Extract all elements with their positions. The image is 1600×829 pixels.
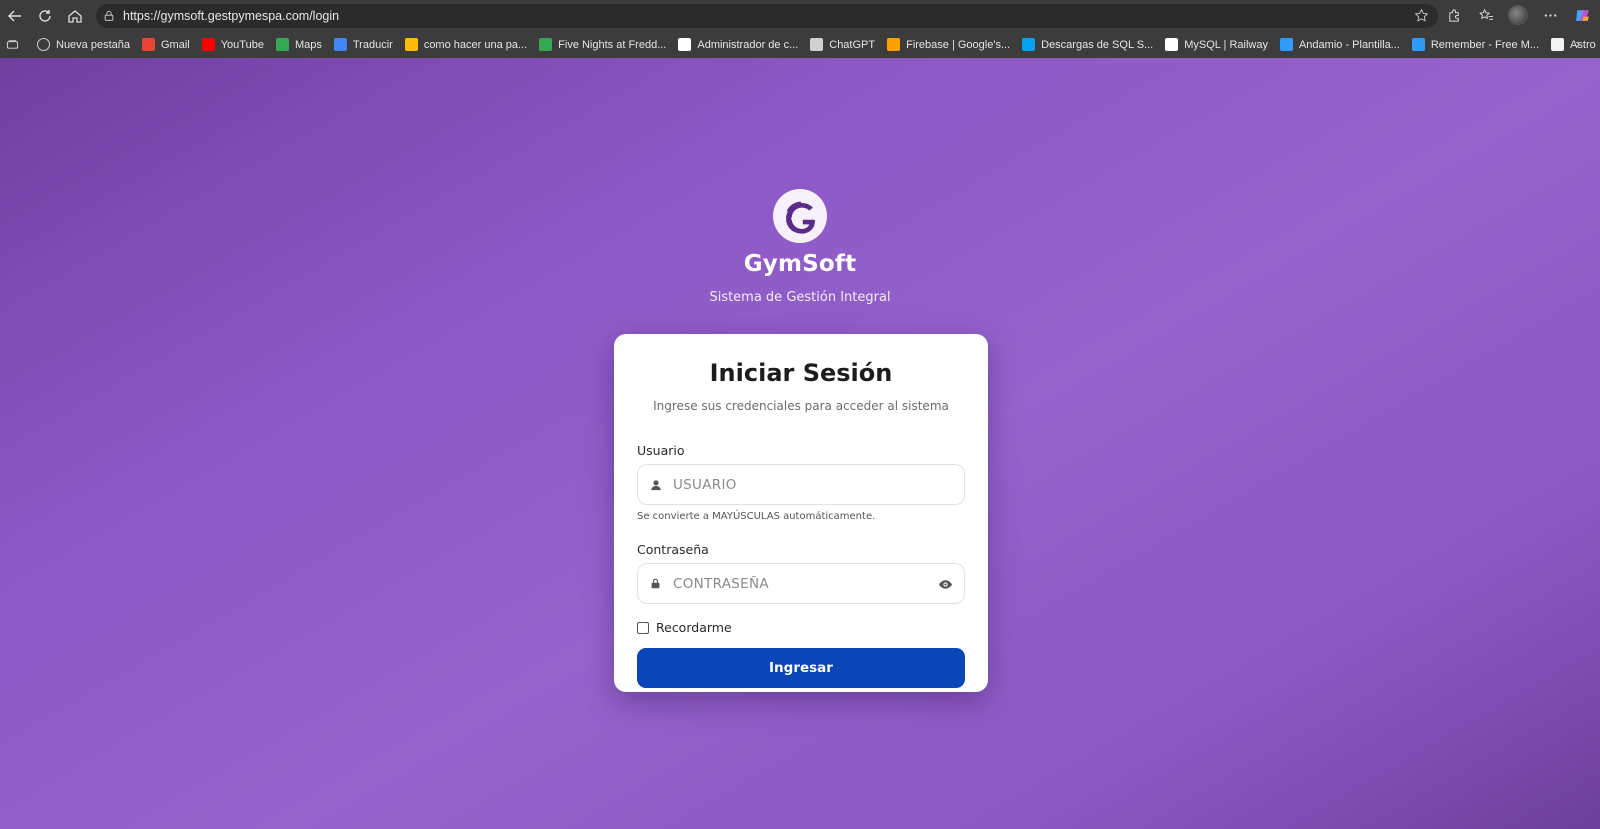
bookmark-item[interactable]: Maps xyxy=(272,34,330,56)
remember-checkbox[interactable] xyxy=(637,621,649,634)
bookmark-label: Descargas de SQL S... xyxy=(1041,38,1154,51)
remember-row[interactable]: Recordarme xyxy=(637,620,965,635)
bookmark-item[interactable]: Andamio - Plantilla... xyxy=(1276,34,1408,56)
bookmark-item[interactable]: Traducir xyxy=(330,34,401,56)
bookmark-item[interactable]: Administrador de c... xyxy=(674,34,806,56)
bookmark-label: YouTube xyxy=(220,38,264,51)
bookmark-favicon-icon xyxy=(201,38,215,51)
bookmark-favicon-icon xyxy=(37,38,50,51)
bookmark-favicon-icon xyxy=(1022,38,1036,51)
bookmark-label: ChatGPT xyxy=(829,38,876,51)
bookmark-label: Traducir xyxy=(352,38,393,51)
browser-toolbar: https://gymsoft.gestpymespa.com/login xyxy=(0,0,1600,31)
bookmark-favicon-icon xyxy=(404,38,418,51)
bookmark-item[interactable]: Descargas de SQL S... xyxy=(1018,34,1161,56)
login-submit-button[interactable]: Ingresar xyxy=(637,648,965,688)
bookmark-favicon-icon xyxy=(539,38,553,51)
bookmark-favicon-icon xyxy=(333,38,347,51)
bookmark-favicon-icon xyxy=(142,38,155,51)
lock-icon xyxy=(650,577,664,591)
bookmark-favicon-icon xyxy=(810,38,824,51)
brand-name: GymSoft xyxy=(743,251,857,277)
bookmarks-bar: Nueva pestaña Gmail YouTube Maps Traducir com… xyxy=(0,31,1600,58)
brand-header: GymSoft Sistema de Gestión Integral xyxy=(0,189,1600,305)
url-text: https://gymsoft.gestpymespa.com/login xyxy=(123,9,340,23)
bookmark-favicon-icon xyxy=(275,38,289,51)
bookmark-item[interactable]: Astro xyxy=(1547,34,1600,56)
username-label: Usuario xyxy=(637,443,685,458)
copilot-icon[interactable] xyxy=(1570,3,1594,27)
bookmark-favicon-icon xyxy=(1279,38,1293,51)
bookmark-label: Nueva pestaña xyxy=(56,38,130,51)
password-input[interactable] xyxy=(673,575,913,592)
bookmark-item[interactable]: Remember - Free M... xyxy=(1408,34,1547,56)
bookmark-label: Maps xyxy=(294,38,322,51)
bookmark-list: Nueva pestaña Gmail YouTube Maps Traducir com… xyxy=(33,34,1600,56)
bookmark-item[interactable]: Nueva pestaña xyxy=(33,34,138,56)
bookmark-favicon-icon xyxy=(1551,38,1565,51)
bookmark-favicon-icon xyxy=(1165,38,1179,51)
chevron-right-icon[interactable]: › xyxy=(1576,36,1580,51)
username-hint: Se convierte a MAYÚSCULAS automáticament… xyxy=(637,511,876,522)
bookmark-label: como hacer una pa... xyxy=(423,38,528,51)
bookmark-label: MySQL | Railway xyxy=(1184,38,1268,51)
reload-icon[interactable] xyxy=(32,3,58,29)
bookmark-label: Andamio - Plantilla... xyxy=(1298,38,1400,51)
more-options-icon[interactable] xyxy=(1538,3,1562,27)
home-icon[interactable] xyxy=(62,3,88,29)
password-label: Contraseña xyxy=(637,542,709,557)
bookmark-item[interactable]: ChatGPT xyxy=(806,34,883,56)
gymsoft-logo xyxy=(773,189,827,243)
bookmark-label: Gmail xyxy=(161,38,190,51)
login-title: Iniciar Sesión xyxy=(709,359,893,387)
bookmark-label: Five Nights at Fredd... xyxy=(558,38,667,51)
bookmark-favicon-icon xyxy=(1411,38,1425,51)
password-field[interactable] xyxy=(637,563,965,604)
extensions-icon[interactable] xyxy=(1442,3,1466,27)
username-input[interactable] xyxy=(673,476,913,493)
bookmark-favicon-icon xyxy=(678,38,692,51)
bookmark-favicon-icon xyxy=(887,38,901,51)
login-page: GymSoft Sistema de Gestión Integral Inic… xyxy=(0,58,1600,829)
bookmark-label: Administrador de c... xyxy=(697,38,799,51)
bookmark-item[interactable]: YouTube xyxy=(198,34,272,56)
brand-subtitle: Sistema de Gestión Integral xyxy=(709,290,891,305)
favorite-star-icon[interactable] xyxy=(1414,8,1430,24)
favorites-icon[interactable] xyxy=(1474,3,1498,27)
username-field[interactable] xyxy=(637,464,965,505)
bookmark-item[interactable]: Gmail xyxy=(138,34,198,56)
site-info-icon[interactable] xyxy=(103,9,117,23)
bookmark-label: Remember - Free M... xyxy=(1430,38,1540,51)
remember-label: Recordarme xyxy=(656,620,732,635)
login-subtitle: Ingrese sus credenciales para acceder al… xyxy=(653,399,949,413)
profile-avatar[interactable] xyxy=(1506,3,1530,27)
bookmark-item[interactable]: como hacer una pa... xyxy=(401,34,535,56)
bookmark-label: Firebase | Google's... xyxy=(906,38,1011,51)
back-icon[interactable] xyxy=(2,3,28,29)
collections-icon[interactable] xyxy=(6,38,19,52)
bookmark-item[interactable]: MySQL | Railway xyxy=(1161,34,1276,56)
address-bar[interactable]: https://gymsoft.gestpymespa.com/login xyxy=(96,4,1438,28)
bookmark-item[interactable]: Five Nights at Fredd... xyxy=(535,34,674,56)
show-password-eye-icon[interactable] xyxy=(938,577,953,592)
login-card: Iniciar Sesión Ingrese sus credenciales … xyxy=(614,334,988,692)
bookmark-item[interactable]: Firebase | Google's... xyxy=(883,34,1018,56)
user-icon xyxy=(650,478,664,492)
bookmark-label: Astro xyxy=(1570,38,1596,51)
